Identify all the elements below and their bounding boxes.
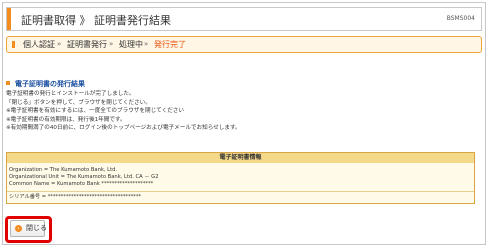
section-bullet-icon (6, 81, 10, 85)
message-line: ※電子証明書の有効期限は、発行後1年間です。 (6, 116, 126, 123)
close-button[interactable]: › 閉じる (10, 220, 47, 237)
certificate-details: Organization = The Kumamoto Bank, Ltd. O… (9, 167, 159, 188)
step-personal-auth: 個人認証 (23, 40, 55, 49)
step-separator: » (57, 40, 62, 48)
message-line: 「閉じる」ボタンを押して、ブラウザを閉じてください。 (6, 99, 151, 106)
certificate-organizational-unit: Organizational Unit = The Kumamoto Bank,… (9, 174, 159, 180)
close-circle-icon: › (15, 225, 22, 232)
certificate-common-name: Common Name = Kumamoto Bank ************… (9, 181, 154, 187)
certificate-organization: Organization = The Kumamoto Bank, Ltd. (9, 167, 118, 173)
step-processing: 処理中 (119, 40, 143, 49)
message-line: 電子証明書の発行とインストールが完了しました。 (6, 91, 135, 97)
page-header: 証明書取得 》 証明書発行結果 BSMS004 (6, 7, 482, 31)
step-issue-complete: 発行完了 (154, 40, 186, 49)
certificate-serial-number: シリアル番号 = *******************************… (9, 194, 142, 200)
certificate-divider (7, 191, 474, 192)
page-title: 証明書取得 》 証明書発行結果 (21, 14, 171, 27)
result-message: 電子証明書の発行とインストールが完了しました。 「閉じる」ボタンを押して、ブラウ… (6, 90, 476, 133)
certificate-info-panel: 電子証明書情報 Organization = The Kumamoto Bank… (6, 152, 475, 204)
screen-code: BSMS004 (446, 15, 475, 22)
steps-lead-mark (12, 41, 15, 48)
section-title: 電子証明書の発行結果 (6, 79, 85, 89)
progress-steps: 個人認証 » 証明書発行 » 処理中 » 発行完了 (6, 36, 482, 53)
message-line: ※有効期間満了の40日前に、ログイン後のトップページおよび電子メールでお知らせし… (6, 125, 241, 132)
certificate-info-heading: 電子証明書情報 (7, 153, 474, 163)
step-issue-certificate: 証明書発行 (67, 40, 107, 49)
step-separator: » (109, 40, 114, 48)
section-title-text: 電子証明書の発行結果 (15, 80, 85, 88)
message-line: ※電子証明書を有効にするには、一度全てのブラウザを閉じてください (6, 108, 184, 115)
step-separator: » (144, 40, 149, 48)
close-button-label: 閉じる (26, 224, 47, 232)
certificate-info-body: Organization = The Kumamoto Bank, Ltd. O… (7, 163, 474, 203)
header-accent-bar (7, 8, 11, 30)
